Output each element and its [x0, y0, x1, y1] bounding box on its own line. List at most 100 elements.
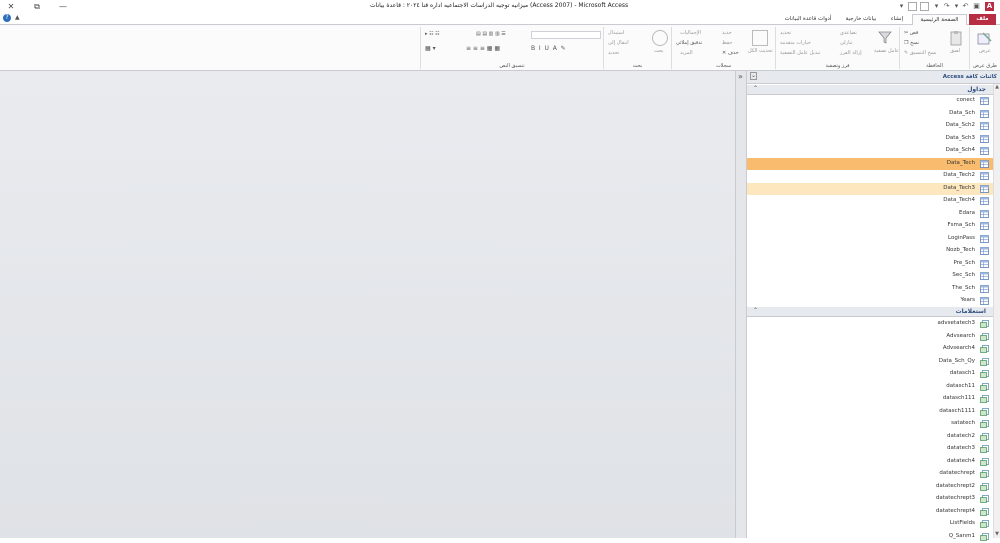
nav-query-item[interactable]: Advsearch4: [747, 343, 994, 355]
nav-query-item[interactable]: Q_Sanm1: [747, 531, 994, 543]
select-button[interactable]: تحديد: [608, 50, 619, 56]
goto-button[interactable]: انتقال إلى: [608, 40, 629, 46]
nav-table-item[interactable]: Years: [747, 295, 994, 307]
nav-query-item[interactable]: datatechrept: [747, 468, 994, 480]
paste-button[interactable]: لصق: [950, 48, 960, 54]
replace-button[interactable]: استبدال: [608, 30, 624, 36]
pane-splitter[interactable]: [735, 71, 746, 538]
grid-button[interactable]: ▦ ▾: [425, 45, 436, 52]
tab-external-data[interactable]: بيانات خارجية: [840, 14, 882, 25]
refresh-all-icon[interactable]: [752, 30, 768, 46]
format-painter-button[interactable]: ✎ نسخ التنسيق: [904, 50, 937, 56]
group-collapse-icon[interactable]: ⌃: [753, 307, 758, 314]
group-header-tables[interactable]: ⌃ جداول: [747, 85, 994, 95]
align-buttons[interactable]: ≡ ≡ ≡ ▦ ▦: [466, 45, 500, 52]
nav-query-item[interactable]: datasch111: [747, 393, 994, 405]
refresh-all-button[interactable]: تحديث الكل: [748, 48, 773, 54]
nav-query-item[interactable]: datasch1: [747, 368, 994, 380]
nav-table-item[interactable]: Fsma_Sch: [747, 220, 994, 232]
quick-access-icon-1[interactable]: [908, 2, 917, 11]
nav-item-label: datatechrept: [939, 470, 975, 476]
find-button[interactable]: بحث: [654, 48, 664, 54]
nav-query-item[interactable]: Advsearch: [747, 331, 994, 343]
totals-button[interactable]: الإجماليات: [680, 30, 701, 36]
nav-query-item[interactable]: datatechrept3: [747, 493, 994, 505]
filter-icon[interactable]: [878, 30, 894, 46]
advanced-button[interactable]: خيارات متقدمة: [780, 40, 811, 46]
nav-table-item[interactable]: Data_Sch: [747, 108, 994, 120]
nav-item-label: Data_Tech4: [943, 197, 975, 203]
tab-create[interactable]: إنشاء: [885, 14, 909, 25]
nav-scrollbar[interactable]: ▲ ▼: [993, 84, 1000, 538]
group-header-queries[interactable]: ⌃ استعلامات: [747, 307, 994, 317]
nav-query-item[interactable]: datatech3: [747, 443, 994, 455]
nav-table-item[interactable]: Nozb_Tech: [747, 245, 994, 257]
tab-file[interactable]: ملف: [969, 14, 996, 25]
restore-icon[interactable]: ⧉: [30, 1, 44, 12]
find-icon[interactable]: [652, 30, 668, 46]
ascending-button[interactable]: تصاعدي: [840, 30, 857, 36]
quick-access-dropdown-icon-3[interactable]: ▾: [952, 2, 961, 11]
spelling-button[interactable]: تدقيق إملائي: [676, 40, 702, 46]
font-name-box[interactable]: [531, 31, 601, 39]
more-button[interactable]: المزيد: [680, 50, 693, 56]
nav-table-item[interactable]: Data_Sch4: [747, 145, 994, 157]
close-icon[interactable]: ✕: [4, 1, 18, 12]
cut-button[interactable]: ✂ قص: [904, 30, 918, 36]
nav-table-item[interactable]: The_Sch: [747, 283, 994, 295]
tab-database-tools[interactable]: أدوات قاعدة البيانات: [779, 14, 837, 25]
nav-query-item[interactable]: datasch1111: [747, 406, 994, 418]
quick-access-icon-2[interactable]: [920, 2, 929, 11]
toggle-filter-button[interactable]: تبديل عامل التصفية: [780, 50, 820, 56]
minimize-icon[interactable]: —: [56, 1, 70, 12]
collapse-ribbon-icon[interactable]: ▲: [15, 14, 20, 21]
nav-table-item[interactable]: Pre_Sch: [747, 258, 994, 270]
save-record-button[interactable]: حفظ: [722, 40, 732, 46]
nav-header[interactable]: » ⌄ Access كائنات كافة: [738, 71, 1000, 84]
delete-record-button[interactable]: ✕ حذف: [722, 50, 739, 56]
navigation-pane: » ⌄ Access كائنات كافة ⌃ جداول conect Dat…: [738, 71, 1000, 541]
nav-table-item[interactable]: conect: [747, 95, 994, 107]
nav-table-item[interactable]: Sec_Sch: [747, 270, 994, 282]
nav-query-item[interactable]: datatech4: [747, 456, 994, 468]
scroll-down-icon[interactable]: ▼: [994, 531, 1000, 538]
nav-query-item[interactable]: advsetatech3: [747, 318, 994, 330]
nav-table-item[interactable]: Data_Sch3: [747, 133, 994, 145]
nav-table-item[interactable]: LoginPass: [747, 233, 994, 245]
scroll-up-icon[interactable]: ▲: [994, 84, 1000, 91]
filter-button[interactable]: عامل تصفية: [874, 48, 899, 54]
copy-button[interactable]: ❐ نسخ: [904, 40, 919, 46]
nav-table-item[interactable]: Data_Tech4: [747, 195, 994, 207]
nav-table-item[interactable]: Data_Sch2: [747, 120, 994, 132]
nav-query-item[interactable]: satatech: [747, 418, 994, 430]
nav-table-item[interactable]: Data_Tech: [747, 157, 994, 170]
paste-icon[interactable]: [948, 30, 964, 46]
group-collapse-icon[interactable]: ⌃: [753, 85, 758, 92]
nav-query-item[interactable]: datasch11: [747, 381, 994, 393]
selection-button[interactable]: تحديد: [780, 30, 791, 36]
descending-button[interactable]: تنازلي: [840, 40, 853, 46]
nav-query-item[interactable]: datatechrept2: [747, 481, 994, 493]
format-buttons[interactable]: B I U A ✎: [531, 45, 566, 52]
paragraph-buttons[interactable]: ▤ ▤ ▥ ▥ ☰: [476, 31, 526, 39]
nav-dropdown-icon[interactable]: ⌄: [750, 72, 757, 80]
help-icon[interactable]: ?: [3, 14, 11, 22]
quick-access-dropdown-icon-2[interactable]: ▾: [932, 2, 941, 11]
nav-table-item[interactable]: Data_Tech3: [747, 182, 994, 195]
nav-query-item[interactable]: Data_Sch_Qy: [747, 356, 994, 368]
remove-sort-button[interactable]: إزالة الفرز: [840, 50, 862, 56]
save-icon[interactable]: ▣: [972, 2, 981, 11]
nav-table-item[interactable]: Data_Tech2: [747, 170, 994, 182]
view-icon[interactable]: [977, 30, 993, 46]
nav-query-item[interactable]: ListFields: [747, 518, 994, 530]
nav-query-item[interactable]: datatechrept4: [747, 506, 994, 518]
view-button[interactable]: عرض: [979, 48, 991, 54]
undo-icon[interactable]: ↶: [961, 2, 970, 11]
new-record-button[interactable]: جديد: [722, 30, 732, 36]
quick-access-dropdown-icon[interactable]: ▾: [897, 2, 906, 11]
list-buttons[interactable]: ▸ ☷ ☷: [425, 31, 470, 39]
redo-icon[interactable]: ↷: [942, 2, 951, 11]
nav-expand-icon[interactable]: »: [738, 72, 743, 81]
nav-table-item[interactable]: Edara: [747, 208, 994, 220]
nav-query-item[interactable]: datatech2: [747, 431, 994, 443]
